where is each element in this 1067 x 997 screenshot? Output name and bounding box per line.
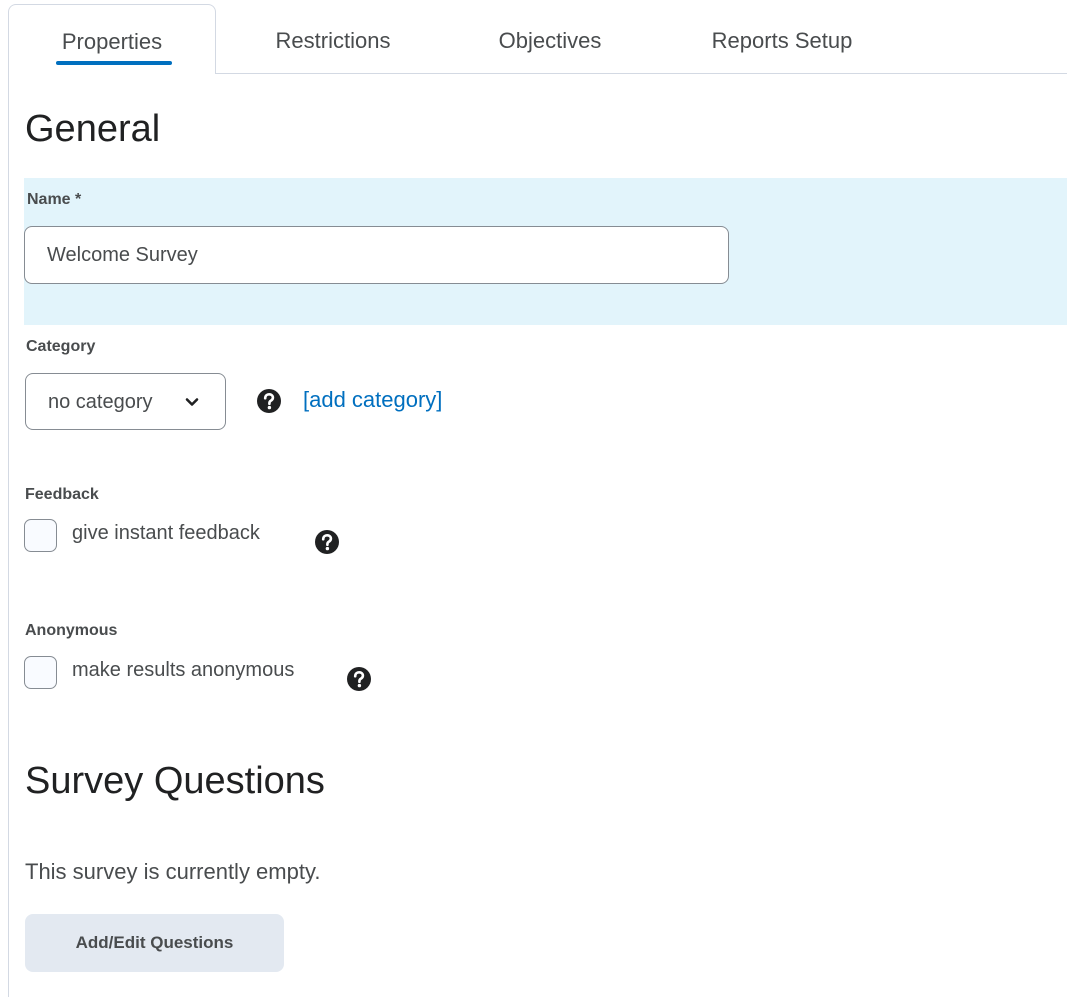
survey-empty-message: This survey is currently empty. xyxy=(25,859,321,884)
required-marker: * xyxy=(75,191,82,208)
add-category-link[interactable]: [add category] xyxy=(303,386,442,414)
name-label-text: Name xyxy=(27,191,71,208)
help-icon[interactable] xyxy=(314,529,340,555)
instant-feedback-checkbox[interactable] xyxy=(24,519,57,552)
category-select[interactable]: no category xyxy=(25,373,226,430)
help-icon[interactable] xyxy=(346,666,372,692)
name-label: Name * xyxy=(27,190,81,210)
category-label: Category xyxy=(26,338,96,355)
instant-feedback-label[interactable]: give instant feedback xyxy=(72,521,260,545)
chevron-down-icon xyxy=(185,398,199,406)
tab-objectives[interactable]: Objectives xyxy=(448,4,652,74)
feedback-label: Feedback xyxy=(25,486,99,503)
page-left-border xyxy=(8,72,9,997)
general-heading: General xyxy=(25,108,161,150)
anonymous-checkbox[interactable] xyxy=(24,656,57,689)
name-input[interactable] xyxy=(24,226,729,284)
tab-bar: Properties Restrictions Objectives Repor… xyxy=(8,4,1067,74)
survey-questions-heading: Survey Questions xyxy=(25,760,325,802)
tab-reports-setup[interactable]: Reports Setup xyxy=(660,4,904,74)
category-selected-value: no category xyxy=(48,391,153,413)
anonymous-label: Anonymous xyxy=(25,622,118,639)
tab-reports-setup-label: Reports Setup xyxy=(711,28,853,53)
help-icon[interactable] xyxy=(256,388,282,414)
tab-properties-label: Properties xyxy=(61,29,163,54)
survey-properties-page: Properties Restrictions Objectives Repor… xyxy=(0,0,1067,997)
add-edit-questions-button[interactable]: Add/Edit Questions xyxy=(25,914,284,972)
active-tab-indicator xyxy=(56,61,172,65)
tab-properties[interactable]: Properties xyxy=(8,4,216,74)
tab-restrictions-label: Restrictions xyxy=(275,28,391,53)
tab-restrictions[interactable]: Restrictions xyxy=(226,4,440,74)
anonymous-checkbox-label[interactable]: make results anonymous xyxy=(72,658,294,682)
tab-objectives-label: Objectives xyxy=(498,28,602,53)
